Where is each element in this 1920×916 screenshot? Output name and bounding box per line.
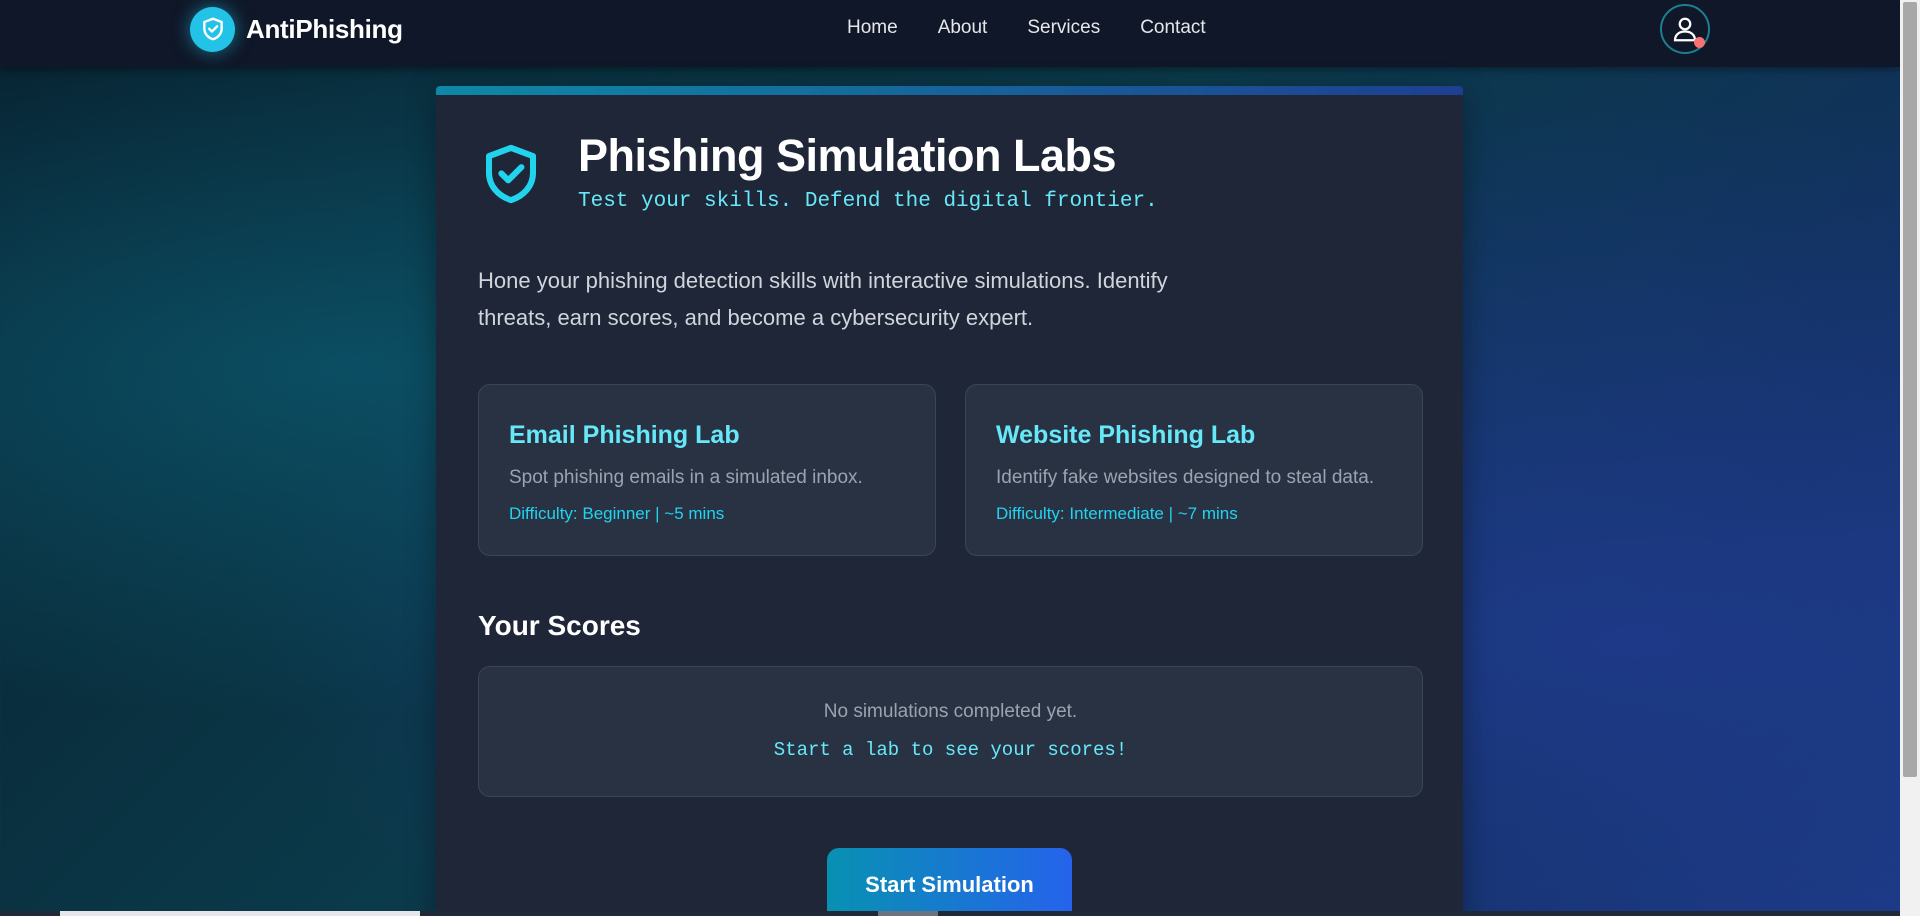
brand-link[interactable]: AntiPhishing (190, 6, 403, 52)
nav-links: Home About Services Contact (847, 17, 1206, 39)
bottom-strip (0, 911, 1900, 916)
lab-title: Website Phishing Lab (996, 421, 1256, 449)
scores-heading: Your Scores (478, 610, 641, 641)
lab-card-website[interactable]: Website Phishing Lab Identify fake websi… (965, 384, 1423, 556)
nav-link-about[interactable]: About (938, 17, 988, 39)
bottom-strip-segment (878, 911, 938, 916)
nav-link-services[interactable]: Services (1027, 17, 1100, 39)
page-subtitle: Test your skills. Defend the digital fro… (578, 190, 1158, 213)
top-navbar: AntiPhishing Home About Services Contact (0, 0, 1900, 67)
scores-empty-text: No simulations completed yet. (823, 701, 1078, 722)
nav-link-home[interactable]: Home (847, 17, 898, 39)
lab-card-email[interactable]: Email Phishing Lab Spot phishing emails … (478, 384, 936, 556)
main-card: Phishing Simulation Labs Test your skill… (436, 86, 1463, 916)
lab-difficulty: Difficulty: Intermediate | ~7 mins (996, 504, 1238, 523)
card-accent-bar (436, 86, 1463, 95)
page-title: Phishing Simulation Labs (578, 130, 1117, 181)
lab-title: Email Phishing Lab (509, 421, 740, 449)
shield-check-icon (478, 141, 544, 212)
profile-button[interactable] (1660, 4, 1710, 54)
lab-description: Spot phishing emails in a simulated inbo… (509, 467, 863, 488)
nav-link-contact[interactable]: Contact (1140, 17, 1205, 39)
intro-text: Hone your phishing detection skills with… (478, 268, 1168, 330)
scores-hint: Start a lab to see your scores! (773, 739, 1128, 761)
shield-check-icon (190, 6, 235, 52)
lab-description: Identify fake websites designed to steal… (996, 467, 1375, 488)
bottom-strip-segment (60, 911, 420, 916)
page-scrollbar[interactable] (1900, 0, 1920, 916)
start-simulation-button[interactable]: Start Simulation (827, 848, 1072, 916)
scrollbar-thumb[interactable] (1903, 2, 1917, 777)
lab-difficulty: Difficulty: Beginner | ~5 mins (509, 504, 725, 523)
brand-name: AntiPhishing (246, 13, 403, 44)
notification-dot (1694, 37, 1705, 48)
scores-panel: No simulations completed yet. Start a la… (478, 666, 1423, 797)
